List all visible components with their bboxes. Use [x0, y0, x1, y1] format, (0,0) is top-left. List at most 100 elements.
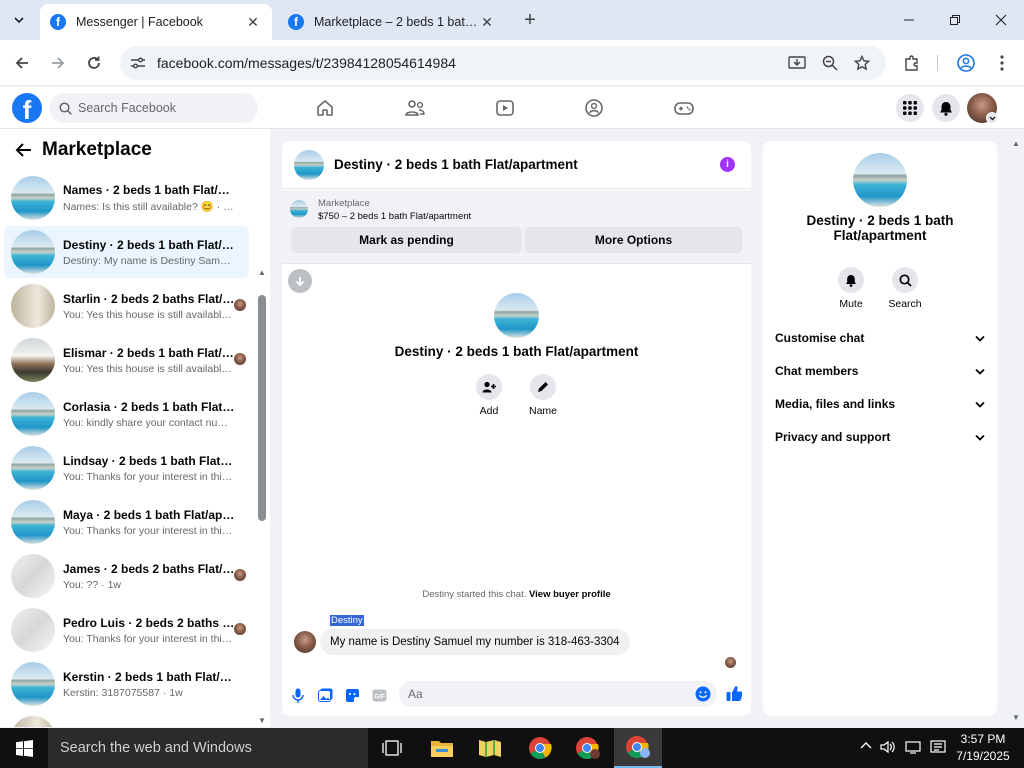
nav-groups[interactable]: [581, 96, 607, 120]
facebook-logo-icon[interactable]: f: [12, 93, 42, 123]
volume-button[interactable]: [880, 740, 896, 754]
chrome-app[interactable]: [516, 728, 564, 768]
listing-title[interactable]: $750 – 2 beds 1 bath Flat/apartment: [318, 211, 471, 222]
customise-chat-section[interactable]: Customise chat: [775, 327, 985, 349]
conversation-avatar: [11, 554, 55, 598]
chat-title[interactable]: Destiny · 2 beds 1 bath Flat/apartment: [334, 157, 578, 172]
file-explorer-app[interactable]: [418, 728, 466, 768]
chat-members-section[interactable]: Chat members: [775, 360, 985, 382]
nav-gaming[interactable]: [671, 96, 697, 120]
chevron-down-icon: [14, 17, 24, 24]
bookmark-button[interactable]: [849, 50, 875, 76]
conversation-item[interactable]: Kerstin · 2 beds 1 bath Flat/apartment Ke…: [4, 658, 249, 710]
reload-button[interactable]: [80, 49, 108, 77]
edit-name-button[interactable]: Name: [517, 374, 569, 417]
microphone-icon[interactable]: [290, 687, 306, 703]
chrome-active-app[interactable]: [614, 728, 662, 768]
gaming-icon: [674, 102, 694, 115]
view-buyer-profile-link[interactable]: View buyer profile: [529, 589, 611, 600]
add-member-button[interactable]: Add: [463, 374, 515, 417]
conversation-item[interactable]: Maya · 2 beds 1 bath Flat/apartment You: …: [4, 496, 249, 548]
conversation-preview: You: Thanks for your interest in this · …: [63, 470, 235, 483]
chrome-profile-app[interactable]: [564, 728, 612, 768]
tab-messenger[interactable]: f Messenger | Facebook ✕: [40, 4, 272, 40]
sidebar-scrollbar[interactable]: [258, 295, 266, 521]
conversation-item[interactable]: James · 2 beds 2 baths Flat/apartment You…: [4, 550, 249, 602]
action-center-button[interactable]: [930, 740, 946, 754]
scroll-to-bottom-button[interactable]: [288, 269, 312, 293]
task-view-button[interactable]: [368, 728, 416, 768]
more-options-button[interactable]: More Options: [525, 227, 742, 253]
chat-avatar[interactable]: [294, 149, 324, 180]
conversation-item[interactable]: Destiny · 2 beds 1 bath Flat/apartment De…: [4, 226, 249, 278]
close-window-button[interactable]: [978, 0, 1024, 40]
gif-icon[interactable]: GIF: [371, 687, 387, 703]
conversation-avatar: [11, 446, 55, 490]
message-input-box[interactable]: [399, 681, 717, 707]
conversation-avatar: [11, 662, 55, 706]
network-button[interactable]: [905, 740, 921, 754]
chevron-down-icon: [975, 401, 985, 408]
photo-icon[interactable]: [317, 687, 333, 703]
back-button[interactable]: [8, 49, 36, 77]
sticker-icon[interactable]: [344, 687, 360, 703]
scroll-up-icon[interactable]: ▲: [1012, 139, 1020, 148]
tab-marketplace[interactable]: f Marketplace – 2 beds 1 bath Flat/apart…: [278, 4, 506, 40]
scroll-up-icon[interactable]: ▲: [258, 268, 266, 277]
friends-icon: [405, 100, 425, 116]
taskbar-search[interactable]: Search the web and Windows: [48, 728, 368, 768]
tab-title: Messenger | Facebook: [76, 15, 203, 29]
windows-taskbar: Search the web and Windows 3:57 PM 7/19/…: [0, 728, 1024, 768]
chevron-down-icon[interactable]: [986, 112, 998, 124]
chrome-menu-button[interactable]: [988, 49, 1016, 77]
mute-button[interactable]: Mute: [829, 267, 873, 310]
media-files-links-section[interactable]: Media, files and links: [775, 393, 985, 415]
mark-as-pending-button[interactable]: Mark as pending: [291, 227, 522, 253]
new-tab-button[interactable]: +: [518, 8, 542, 32]
conversation-text: Names · 2 beds 1 bath Flat/apartment Name…: [63, 183, 235, 213]
privacy-support-section[interactable]: Privacy and support: [775, 426, 985, 448]
message-bubble[interactable]: My name is Destiny Samuel my number is 3…: [320, 629, 630, 655]
start-button[interactable]: [0, 728, 48, 768]
conversation-item[interactable]: Starlin · 2 beds 2 baths Flat/apartment Y…: [4, 280, 249, 332]
conversation-item[interactable]: Lindsay · 2 beds 1 bath Flat/apartment Yo…: [4, 442, 249, 494]
search-in-chat-button[interactable]: Search: [883, 267, 927, 310]
facebook-search-input[interactable]: [78, 101, 228, 115]
site-settings-icon[interactable]: [130, 56, 146, 70]
minimize-button[interactable]: [886, 0, 932, 40]
facebook-search[interactable]: [49, 93, 258, 123]
forward-button[interactable]: [44, 49, 72, 77]
conversation-item[interactable]: Bryce · 2 beds 2 baths Flat/apartment: [4, 712, 249, 727]
profile-button[interactable]: [952, 49, 980, 77]
zoom-button[interactable]: [817, 50, 843, 76]
message-avatar[interactable]: [294, 631, 316, 653]
close-icon[interactable]: ✕: [478, 13, 496, 31]
maps-app[interactable]: [466, 728, 514, 768]
conversation-preview: Kerstin: 3187075587 · 1w: [63, 686, 183, 699]
back-arrow-icon[interactable]: [14, 142, 32, 158]
scroll-down-icon[interactable]: ▼: [1012, 713, 1020, 722]
message-input[interactable]: [408, 687, 678, 701]
show-hidden-icons-button[interactable]: [860, 740, 872, 750]
nav-friends[interactable]: [402, 96, 428, 120]
install-app-button[interactable]: [784, 50, 810, 76]
conversation-item[interactable]: Pedro Luis · 2 beds 2 baths Flat/apartme…: [4, 604, 249, 656]
extensions-button[interactable]: [898, 49, 926, 77]
tab-search-button[interactable]: [6, 7, 32, 33]
conversation-item[interactable]: Elismar · 2 beds 1 bath Flat/apartment Yo…: [4, 334, 249, 386]
close-icon[interactable]: ✕: [244, 13, 262, 31]
menu-button[interactable]: [896, 94, 924, 122]
emoji-icon[interactable]: [695, 686, 711, 702]
nav-video[interactable]: [492, 96, 518, 120]
conversation-item[interactable]: Names · 2 beds 1 bath Flat/apartment Name…: [4, 172, 249, 224]
scroll-down-icon[interactable]: ▼: [258, 716, 266, 725]
nav-home[interactable]: [312, 96, 338, 120]
address-bar[interactable]: facebook.com/messages/t/2398412805461498…: [120, 46, 886, 80]
conversation-item[interactable]: Corlasia · 2 beds 1 bath Flat/apartment Y…: [4, 388, 249, 440]
listing-thumbnail[interactable]: [290, 200, 308, 218]
restore-button[interactable]: [932, 0, 978, 40]
thumbs-up-icon[interactable]: [726, 685, 742, 701]
notifications-button[interactable]: [932, 94, 960, 122]
taskbar-clock[interactable]: 3:57 PM 7/19/2025: [955, 731, 1011, 765]
info-icon[interactable]: i: [720, 157, 735, 172]
